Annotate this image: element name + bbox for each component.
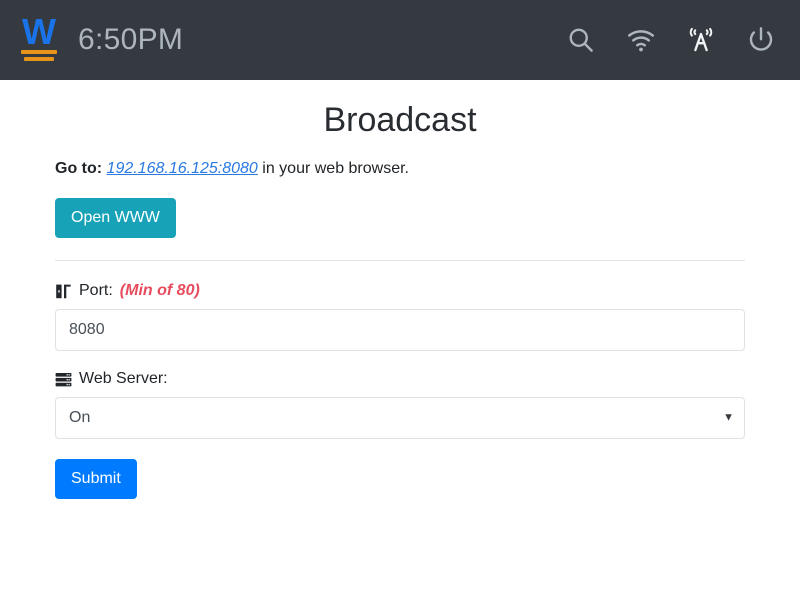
page-body: Broadcast Go to: 192.168.16.125:8080 in … — [0, 98, 800, 499]
clock-label: 6:50PM — [78, 23, 184, 56]
content-container: Go to: 192.168.16.125:8080 in your web b… — [55, 142, 745, 499]
broadcast-icon[interactable] — [684, 23, 718, 57]
ethernet-port-icon — [55, 283, 72, 300]
port-label: Port: — [79, 282, 113, 299]
open-www-button[interactable]: Open WWW — [55, 198, 176, 238]
logo-letter: W — [22, 11, 56, 52]
port-hint: (Min of 80) — [119, 282, 200, 299]
server-icon — [55, 371, 72, 388]
web-server-select[interactable] — [55, 397, 745, 439]
logo-bar-top — [21, 50, 57, 54]
web-server-label-row: Web Server: — [55, 369, 745, 389]
port-input[interactable] — [55, 309, 745, 351]
web-server-field-group: Web Server: ▼ — [55, 369, 745, 439]
server-address-link[interactable]: 192.168.16.125:8080 — [107, 160, 258, 177]
navbar-icon-group — [564, 23, 778, 57]
goto-instruction: Go to: 192.168.16.125:8080 in your web b… — [55, 158, 745, 180]
power-icon[interactable] — [744, 23, 778, 57]
section-divider — [55, 260, 745, 261]
port-label-row: Port: (Min of 80) — [55, 281, 745, 301]
goto-label: Go to: — [55, 160, 103, 177]
goto-suffix: in your web browser. — [262, 160, 409, 177]
page-title: Broadcast — [323, 101, 477, 139]
submit-row: Submit — [55, 459, 745, 499]
wifi-icon[interactable] — [624, 23, 658, 57]
wifi-broadcast-logo[interactable]: W — [18, 11, 60, 64]
logo-bar-bottom — [24, 57, 54, 61]
search-icon[interactable] — [564, 23, 598, 57]
port-field-group: Port: (Min of 80) — [55, 281, 745, 351]
top-navbar: W 6:50PM — [0, 0, 800, 80]
submit-button[interactable]: Submit — [55, 459, 137, 499]
web-server-label: Web Server: — [79, 370, 168, 387]
web-server-select-wrap: ▼ — [55, 397, 745, 439]
